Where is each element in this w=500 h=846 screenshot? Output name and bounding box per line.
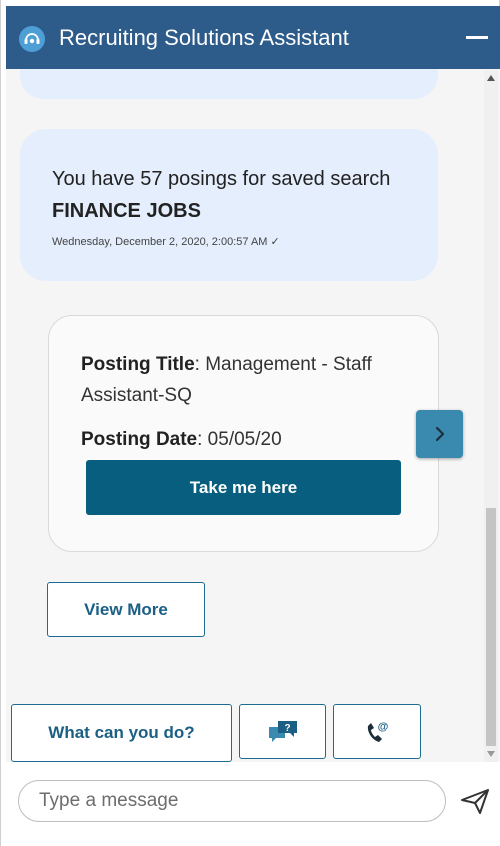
send-icon xyxy=(461,789,489,814)
phone-email-icon: @ xyxy=(367,721,389,742)
scrollbar-thumb[interactable] xyxy=(486,508,496,746)
minimize-icon[interactable] xyxy=(466,36,488,39)
scroll-down-icon[interactable] xyxy=(487,751,495,757)
contact-button[interactable]: @ xyxy=(333,704,421,759)
what-can-you-do-button[interactable]: What can you do? xyxy=(11,704,232,762)
send-button[interactable] xyxy=(459,786,491,816)
message-timestamp: Wednesday, December 2, 2020, 2:00:57 AM … xyxy=(52,236,280,248)
message-text: You have 57 posings for saved search FIN… xyxy=(52,168,391,222)
carousel-next-button[interactable] xyxy=(416,410,463,458)
chat-header: Recruiting Solutions Assistant xyxy=(6,6,500,69)
saved-search-name: FINANCE JOBS xyxy=(52,200,201,222)
chat-title: Recruiting Solutions Assistant xyxy=(59,25,349,50)
chat-question-icon: ? xyxy=(268,720,297,742)
bot-message-bubble: You have 57 posings for saved search FIN… xyxy=(20,129,438,281)
previous-message-bubble xyxy=(20,69,438,99)
view-more-button[interactable]: View More xyxy=(47,582,205,637)
chevron-right-icon xyxy=(435,426,444,442)
svg-text:?: ? xyxy=(284,723,290,734)
take-me-here-button[interactable]: Take me here xyxy=(86,460,401,515)
job-posting-card: Posting Title: Management - Staff Assist… xyxy=(48,315,439,552)
assistant-headset-icon xyxy=(19,26,45,52)
svg-text:@: @ xyxy=(378,721,389,733)
scroll-up-icon[interactable] xyxy=(487,75,495,81)
chat-scrollbar[interactable] xyxy=(484,70,498,762)
posting-date: Posting Date: 05/05/20 xyxy=(81,429,282,450)
faq-button[interactable]: ? xyxy=(239,704,326,759)
posting-title: Posting Title: Management - Staff Assist… xyxy=(81,354,372,406)
message-input[interactable] xyxy=(18,780,446,822)
